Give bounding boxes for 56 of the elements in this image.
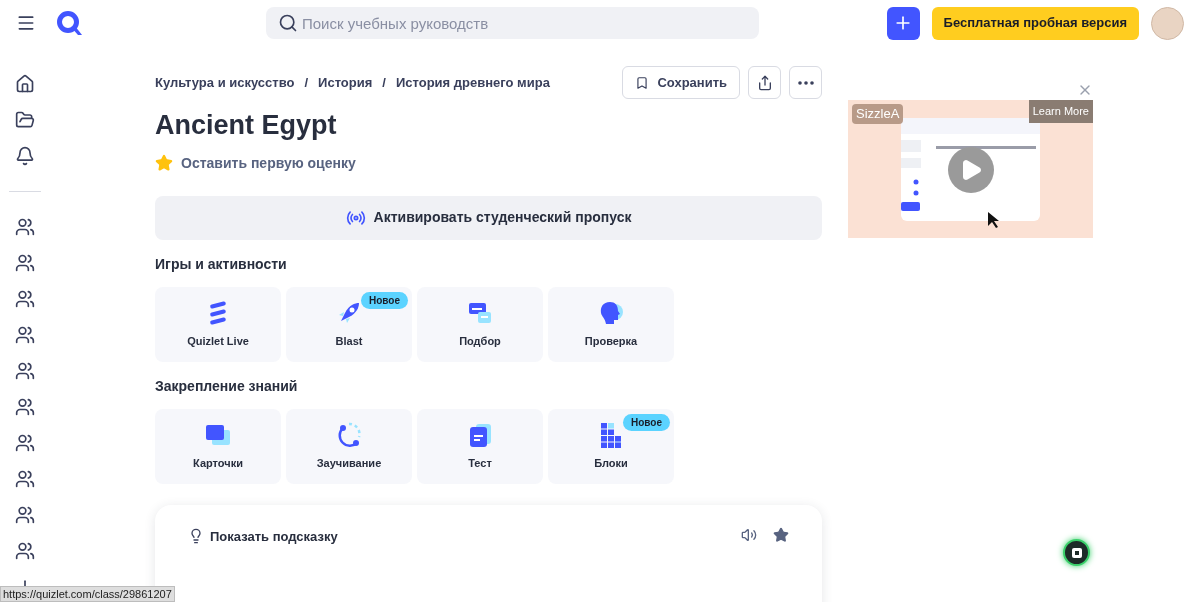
ad-video[interactable]: SizzleA Learn More [848,100,1093,238]
new-badge: Новое [623,413,670,431]
star-icon[interactable] [155,154,173,173]
breadcrumb-link[interactable]: Культура и искусство [155,72,295,93]
activity-card[interactable]: Blast Новое [286,286,412,362]
section-heading: Закрепление знаний [155,376,299,396]
people-icon[interactable] [15,505,35,525]
activity-card[interactable]: Блоки Новое [548,408,674,484]
people-icon[interactable] [15,289,35,309]
people-icon[interactable] [15,253,35,273]
breadcrumb-link[interactable]: История [318,72,373,93]
create-button[interactable] [886,6,920,40]
people-icon[interactable] [15,541,35,561]
chat-logo-icon [1070,546,1083,559]
menu-icon[interactable] [16,13,36,33]
hint-link[interactable]: Показать подсказку [210,526,338,547]
people-icon[interactable] [15,433,35,453]
share-icon [756,74,773,91]
section-heading: Игры и активности [155,254,288,274]
activity-card[interactable]: Карточки [155,408,281,484]
rating-prompt[interactable]: Оставить первую оценку [181,152,356,174]
people-icon[interactable] [15,397,35,417]
search-field[interactable]: Поиск учебных руководств [266,7,759,39]
people-icon[interactable] [15,469,35,489]
people-icon[interactable] [15,361,35,381]
activity-card[interactable]: Проверка [548,286,674,362]
activity-card[interactable]: Quizlet Live [155,286,281,362]
floating-chat-button[interactable] [1063,539,1090,566]
star-icon[interactable] [773,526,789,543]
save-button[interactable]: Сохранить [622,66,740,99]
free-trial-button[interactable]: Бесплатная пробная версия [931,6,1139,40]
lightbulb-icon [188,527,204,544]
logo-icon[interactable] [56,10,82,36]
student-pass-button[interactable]: Активировать студенческий пропуск [155,195,822,240]
breadcrumb-separator: / [304,73,309,92]
learn-more-button[interactable]: Learn More [1028,100,1093,123]
search-icon [278,13,298,33]
home-icon[interactable] [15,74,35,94]
bookmark-icon [635,75,650,90]
folder-icon[interactable] [15,110,35,130]
page-title: Ancient Egypt [155,109,338,142]
breadcrumb-link[interactable]: История древнего мира [395,72,550,93]
more-icon [797,80,814,85]
more-button[interactable] [789,66,822,99]
status-url-tooltip: https://quizlet.com/class/29861207 [0,586,175,602]
people-icon[interactable] [15,325,35,345]
activity-card[interactable]: Тест [417,408,543,484]
audio-icon[interactable] [741,526,757,543]
new-badge: Новое [361,291,408,309]
breadcrumb-separator: / [382,73,386,92]
people-icon[interactable] [15,217,35,237]
ad-brand: SizzleA [852,104,904,124]
share-button[interactable] [748,66,781,99]
activity-card[interactable]: Заучивание [286,408,412,484]
bell-icon[interactable] [15,146,35,166]
activity-card[interactable]: Подбор [417,286,543,362]
